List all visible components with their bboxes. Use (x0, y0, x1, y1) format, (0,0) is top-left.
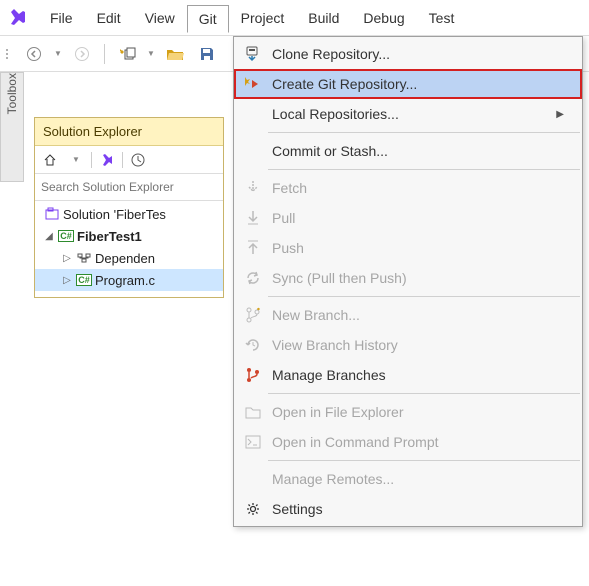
tree-solution-node[interactable]: Solution 'FiberTes (35, 203, 223, 225)
menu-clone-repository[interactable]: Clone Repository... (234, 39, 582, 69)
fetch-icon (240, 180, 266, 196)
menu-separator (268, 132, 580, 133)
menu-item-label: Create Git Repository... (272, 76, 417, 92)
menu-item-label: Settings (272, 501, 323, 517)
search-input[interactable] (41, 176, 217, 198)
solution-tree: Solution 'FiberTes ◢ C# FiberTest1 ▷ Dep… (35, 201, 223, 297)
open-file-button[interactable] (161, 40, 189, 68)
panel-toolbar: ▼ (35, 146, 223, 174)
menu-item-label: View Branch History (272, 337, 398, 353)
solution-explorer-panel: Solution Explorer ▼ Solution 'FiberTes ◢… (34, 117, 224, 298)
toolbar-separator (104, 44, 105, 64)
switch-views-button[interactable] (96, 149, 118, 171)
tree-project-node[interactable]: ◢ C# FiberTest1 (35, 225, 223, 247)
tree-label: FiberTest1 (77, 229, 142, 244)
nav-back-dropdown[interactable]: ▼ (52, 40, 64, 68)
menu-commit-stash[interactable]: Commit or Stash... (234, 136, 582, 166)
dependencies-icon (75, 252, 93, 264)
menu-separator (268, 296, 580, 297)
menu-view-branch-history: View Branch History (234, 330, 582, 360)
menu-fetch: Fetch (234, 173, 582, 203)
expand-arrow-icon[interactable]: ▷ (61, 275, 73, 286)
tree-dependencies-node[interactable]: ▷ Dependen (35, 247, 223, 269)
menu-test[interactable]: Test (417, 4, 467, 32)
menu-manage-branches[interactable]: Manage Branches (234, 360, 582, 390)
menu-item-label: Open in File Explorer (272, 404, 404, 420)
menu-new-branch: New Branch... (234, 300, 582, 330)
menu-file[interactable]: File (38, 4, 85, 32)
menu-open-file-explorer: Open in File Explorer (234, 397, 582, 427)
menu-separator (268, 460, 580, 461)
new-item-dropdown[interactable]: ▼ (145, 40, 157, 68)
menu-debug[interactable]: Debug (351, 4, 416, 32)
save-button[interactable] (193, 40, 221, 68)
tree-file-node[interactable]: ▷ C# Program.c (35, 269, 223, 291)
vs-logo-icon (8, 8, 28, 28)
menu-item-label: Open in Command Prompt (272, 434, 439, 450)
terminal-icon (240, 435, 266, 449)
submenu-arrow-icon: ▶ (556, 109, 564, 120)
menu-item-label: Clone Repository... (272, 46, 390, 62)
push-icon (240, 240, 266, 256)
create-repo-icon (240, 76, 266, 92)
search-box[interactable] (35, 174, 223, 201)
menu-separator (268, 393, 580, 394)
menu-item-label: Pull (272, 210, 295, 226)
menu-push: Push (234, 233, 582, 263)
menu-git[interactable]: Git (187, 5, 229, 33)
menu-project[interactable]: Project (229, 4, 297, 32)
menu-item-label: Local Repositories... (272, 106, 399, 122)
branches-icon (240, 367, 266, 383)
menu-view[interactable]: View (133, 4, 187, 32)
menu-separator (268, 169, 580, 170)
expand-arrow-icon[interactable]: ▷ (61, 253, 73, 264)
gear-icon (240, 501, 266, 517)
toolbox-label: Toolbox (5, 73, 19, 120)
nav-forward-button[interactable] (68, 40, 96, 68)
expand-arrow-icon[interactable]: ◢ (43, 231, 55, 242)
menu-sync: Sync (Pull then Push) (234, 263, 582, 293)
new-branch-icon (240, 307, 266, 323)
csharp-file-icon: C# (75, 274, 93, 286)
menu-item-label: Fetch (272, 180, 307, 196)
menu-item-label: Commit or Stash... (272, 143, 388, 159)
menu-edit[interactable]: Edit (85, 4, 133, 32)
menu-pull: Pull (234, 203, 582, 233)
menu-item-label: Push (272, 240, 304, 256)
history-icon (240, 337, 266, 353)
git-dropdown-menu: Clone Repository... Create Git Repositor… (233, 36, 583, 527)
toolbox-strip[interactable]: Toolbox (0, 72, 24, 182)
new-item-button[interactable] (113, 40, 141, 68)
tree-label: Program.c (95, 273, 155, 288)
pull-icon (240, 210, 266, 226)
tree-label: Dependen (95, 251, 155, 266)
menu-item-label: New Branch... (272, 307, 360, 323)
menu-manage-remotes: Manage Remotes... (234, 464, 582, 494)
nav-back-button[interactable] (20, 40, 48, 68)
menu-bar: File Edit View Git Project Build Debug T… (0, 0, 589, 36)
pending-changes-button[interactable] (127, 149, 149, 171)
panel-title: Solution Explorer (35, 118, 223, 146)
menu-item-label: Sync (Pull then Push) (272, 270, 407, 286)
toolbar-separator (122, 152, 123, 168)
toolbar-separator (91, 152, 92, 168)
menu-settings[interactable]: Settings (234, 494, 582, 524)
toolbar-grip-icon (6, 49, 12, 59)
menu-local-repositories[interactable]: Local Repositories... ▶ (234, 99, 582, 129)
folder-icon (240, 405, 266, 419)
menu-build[interactable]: Build (296, 4, 351, 32)
tool-dropdown[interactable]: ▼ (65, 149, 87, 171)
menu-create-git-repository[interactable]: Create Git Repository... (234, 69, 582, 99)
clone-icon (240, 46, 266, 62)
sync-icon (240, 271, 266, 285)
tree-label: Solution 'FiberTes (63, 207, 166, 222)
home-button[interactable] (39, 149, 61, 171)
menu-item-label: Manage Branches (272, 367, 386, 383)
menu-item-label: Manage Remotes... (272, 471, 394, 487)
csharp-project-icon: C# (57, 230, 75, 242)
solution-icon (43, 207, 61, 221)
menu-open-command-prompt: Open in Command Prompt (234, 427, 582, 457)
